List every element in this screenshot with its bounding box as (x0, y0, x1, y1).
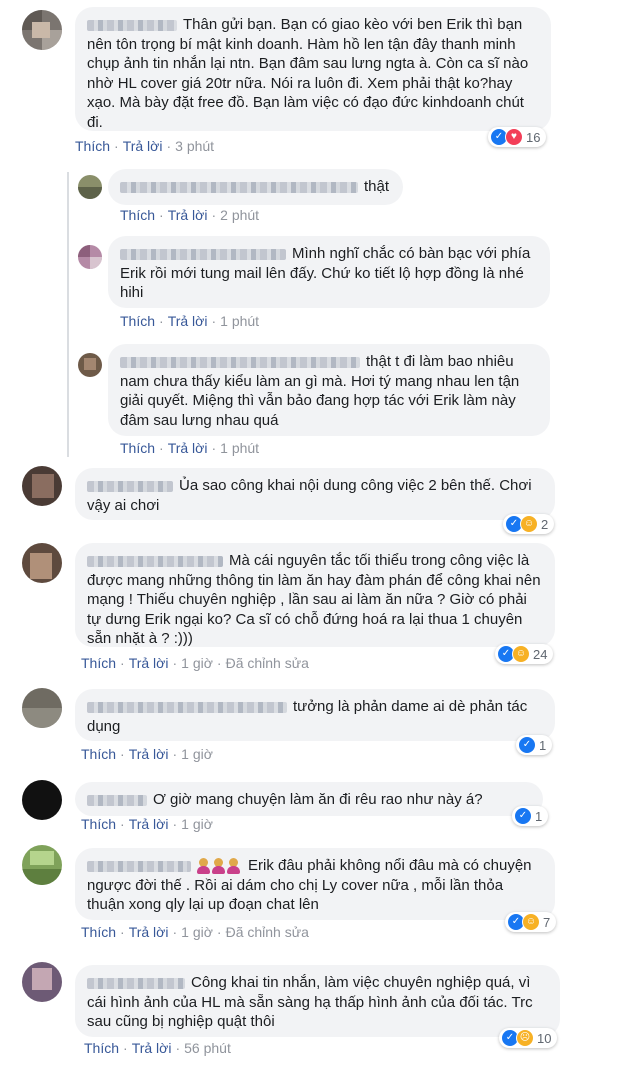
like-link[interactable]: Thích (120, 313, 155, 329)
like-icon: ✓ (518, 736, 536, 754)
edited-label[interactable]: Đã chỉnh sửa (226, 655, 309, 671)
timestamp[interactable]: 1 phút (220, 440, 259, 456)
comment-actions: Thích · Trả lời · 1 phút (120, 313, 260, 329)
person-emoji-icon (212, 858, 225, 875)
reaction-count: 16 (526, 129, 541, 145)
comment-text: thật (364, 178, 390, 195)
commenter-name-blurred[interactable] (87, 19, 177, 31)
commenter-name-blurred[interactable] (120, 356, 360, 368)
reaction-count: 1 (539, 737, 547, 753)
avatar[interactable] (22, 688, 62, 728)
timestamp[interactable]: 2 phút (220, 207, 259, 223)
haha-icon: ☺ (522, 913, 540, 931)
comment-bubble: thật (108, 169, 403, 205)
reaction-count: 7 (543, 914, 551, 930)
edited-label[interactable]: Đã chỉnh sửa (226, 924, 309, 940)
haha-icon: ☺ (512, 645, 530, 663)
comment-bubble: tưởng là phản dame ai dè phản tác dụng (75, 689, 555, 741)
like-link[interactable]: Thích (81, 816, 116, 832)
like-link[interactable]: Thích (120, 207, 155, 223)
sad-icon: ☹ (516, 1029, 534, 1047)
timestamp[interactable]: 1 giờ (181, 746, 213, 762)
reaction-count: 1 (535, 808, 543, 824)
like-link[interactable]: Thích (84, 1040, 119, 1056)
like-link[interactable]: Thích (81, 655, 116, 671)
avatar[interactable] (22, 543, 62, 583)
person-emoji-icon (227, 858, 240, 875)
comment-bubble: Mình nghĩ chắc có bàn bạc với phía Erik … (108, 236, 550, 308)
haha-icon: ☺ (520, 515, 538, 533)
comment-actions: Thích · Trả lời · 2 phút (120, 207, 260, 223)
commenter-name-blurred[interactable] (87, 555, 223, 567)
reaction-summary[interactable]: ✓ 1 (516, 735, 553, 755)
timestamp[interactable]: 1 phút (220, 313, 259, 329)
commenter-name-blurred[interactable] (87, 701, 287, 713)
reply-link[interactable]: Trả lời (168, 440, 208, 456)
comment-actions: Thích · Trả lời · 1 giờ (81, 816, 213, 832)
comment-actions: Thích · Trả lời · 1 phút (120, 440, 260, 456)
avatar[interactable] (22, 466, 62, 506)
timestamp[interactable]: 56 phút (184, 1040, 231, 1056)
reaction-count: 10 (537, 1030, 552, 1046)
reaction-summary[interactable]: ✓ ☺ 2 (503, 514, 555, 534)
commenter-name-blurred[interactable] (87, 480, 173, 492)
reply-link[interactable]: Trả lời (129, 655, 169, 671)
timestamp[interactable]: 1 giờ (181, 924, 213, 940)
reply-link[interactable]: Trả lời (132, 1040, 172, 1056)
timestamp[interactable]: 1 giờ (181, 816, 213, 832)
comment-bubble: Ơ giờ mang chuyện làm ăn đi rêu rao như … (75, 782, 543, 816)
comment-actions: Thích · Trả lời · 1 giờ (81, 746, 213, 762)
reply-link[interactable]: Trả lời (129, 746, 169, 762)
person-emoji-icon (197, 858, 210, 875)
like-icon: ✓ (514, 807, 532, 825)
commenter-name-blurred[interactable] (87, 794, 147, 806)
comment-actions: Thích · Trả lời · 1 giờ · Đã chỉnh sửa (81, 924, 309, 940)
avatar[interactable] (22, 10, 62, 50)
comment-text: Thân gửi bạn. Bạn có giao kèo với ben Er… (87, 16, 529, 131)
like-link[interactable]: Thích (120, 440, 155, 456)
avatar[interactable] (78, 245, 102, 269)
reaction-count: 2 (541, 516, 549, 532)
comment-bubble: Ủa sao công khai nội dung công việc 2 bê… (75, 468, 555, 520)
reaction-summary[interactable]: ✓ ☹ 10 (499, 1028, 558, 1048)
reaction-summary[interactable]: ✓ 1 (512, 806, 549, 826)
comment-bubble: Mà cái nguyên tắc tối thiểu trong công v… (75, 543, 555, 647)
comment-bubble: Công khai tin nhắn, làm việc chuyên nghi… (75, 965, 560, 1037)
reply-link[interactable]: Trả lời (168, 313, 208, 329)
commenter-name-blurred[interactable] (87, 977, 185, 989)
love-icon: ♥ (505, 128, 523, 146)
comment-bubble: Erik đâu phải không nổi đâu mà có chuyện… (75, 848, 555, 920)
reaction-count: 24 (533, 646, 548, 662)
avatar[interactable] (78, 175, 102, 199)
reaction-summary[interactable]: ✓ ☺ 24 (495, 644, 554, 664)
comment-actions: Thích · Trả lời · 1 giờ · Đã chỉnh sửa (81, 655, 309, 671)
avatar[interactable] (22, 780, 62, 820)
comment-bubble: Thân gửi bạn. Bạn có giao kèo với ben Er… (75, 7, 551, 131)
commenter-name-blurred[interactable] (120, 181, 358, 193)
like-link[interactable]: Thích (81, 746, 116, 762)
timestamp[interactable]: 1 giờ (181, 655, 213, 671)
comment-text: Ơ giờ mang chuyện làm ăn đi rêu rao như … (153, 791, 483, 808)
reply-thread-line (67, 172, 69, 457)
avatar[interactable] (22, 845, 62, 885)
reaction-summary[interactable]: ✓ ♥ 16 (488, 127, 547, 147)
reply-link[interactable]: Trả lời (168, 207, 208, 223)
timestamp[interactable]: 3 phút (175, 138, 214, 154)
reply-link[interactable]: Trả lời (129, 924, 169, 940)
comment-actions: Thích · Trả lời · 56 phút (84, 1040, 231, 1056)
comment-bubble: thật t đi làm bao nhiêu nam chưa thấy ki… (108, 344, 550, 436)
avatar[interactable] (22, 962, 62, 1002)
like-link[interactable]: Thích (75, 138, 110, 154)
comment-actions: Thích · Trả lời · 3 phút (75, 138, 215, 154)
avatar[interactable] (78, 353, 102, 377)
like-link[interactable]: Thích (81, 924, 116, 940)
reply-link[interactable]: Trả lời (129, 816, 169, 832)
reaction-summary[interactable]: ✓ ☺ 7 (505, 912, 557, 932)
commenter-name-blurred[interactable] (120, 248, 286, 260)
reply-link[interactable]: Trả lời (123, 138, 163, 154)
commenter-name-blurred[interactable] (87, 860, 191, 872)
